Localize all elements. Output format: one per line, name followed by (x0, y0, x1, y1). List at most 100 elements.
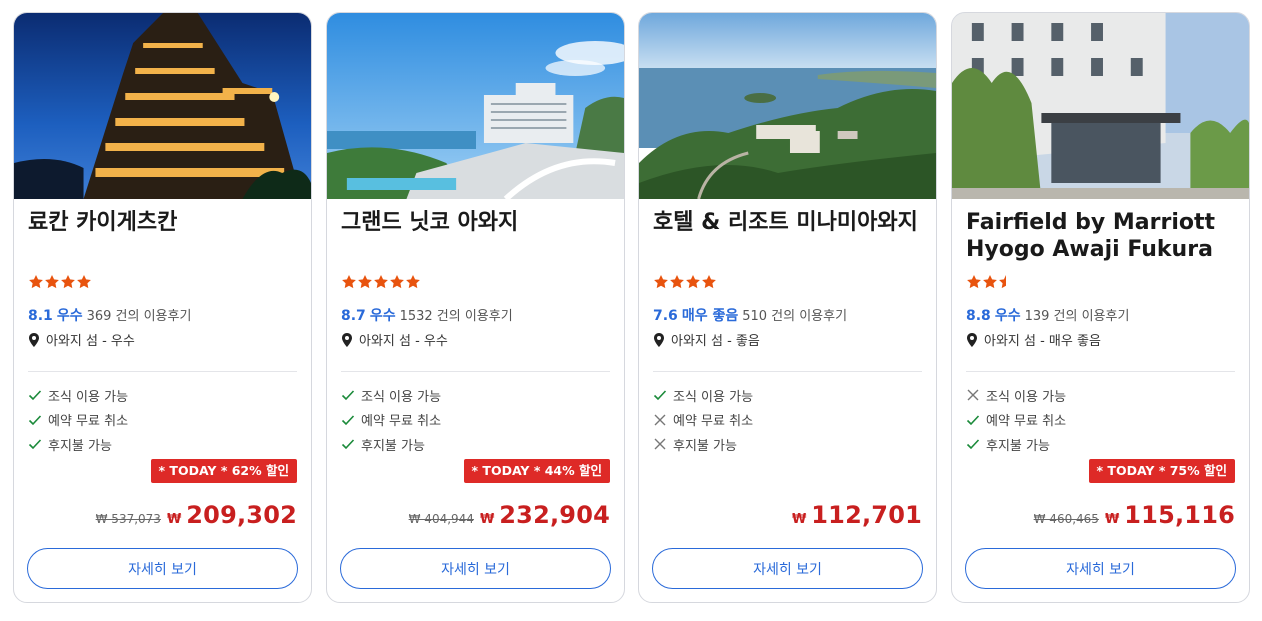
location-text: 아와지 섬 - 매우 좋음 (984, 334, 1101, 349)
view-details-button[interactable]: 자세히 보기 (965, 548, 1236, 589)
hotel-card[interactable]: Fairfield by Marriott Hyogo Awaji Fukura… (951, 12, 1250, 603)
hotel-name[interactable]: 호텔 & 리조트 미나미아와지 (653, 209, 925, 236)
amenity-list: 조식 이용 가능예약 무료 취소후지불 가능 (341, 383, 441, 457)
amenity-item: 후지불 가능 (653, 432, 753, 457)
hotel-card[interactable]: 그랜드 닛코 아와지 8.7 우수 1532 건의 이용후기 아와지 섬 - 우수 … (326, 12, 625, 603)
hotel-location: 아와지 섬 - 매우 좋음 (966, 330, 1101, 349)
amenity-label: 예약 무료 취소 (673, 414, 754, 430)
star-rating (341, 274, 423, 290)
amenity-item: 예약 무료 취소 (966, 408, 1066, 433)
star-icon (342, 275, 356, 289)
star-rating (966, 274, 1048, 290)
check-icon (28, 388, 42, 402)
hotel-photo[interactable] (639, 13, 936, 199)
check-icon (966, 437, 980, 451)
hotel-name[interactable]: Fairfield by Marriott Hyogo Awaji Fukura (966, 209, 1238, 263)
star-icon (702, 275, 716, 289)
cross-icon (966, 388, 980, 402)
amenity-item: 조식 이용 가능 (653, 383, 753, 408)
amenity-list: 조식 이용 가능예약 무료 취소후지불 가능 (653, 383, 753, 457)
current-price: 209,302 (186, 501, 297, 529)
star-icon (77, 275, 91, 289)
amenity-label: 예약 무료 취소 (48, 414, 129, 430)
check-icon (28, 437, 42, 451)
amenity-label: 후지불 가능 (361, 438, 425, 454)
guest-rating: 7.6 매우 좋음 510 건의 이용후기 (653, 305, 847, 325)
rating-score: 7.6 (653, 308, 678, 324)
amenity-label: 후지불 가능 (48, 438, 112, 454)
current-price: 115,116 (1124, 501, 1235, 529)
map-pin-icon (341, 332, 353, 347)
check-icon (341, 388, 355, 402)
current-price: 112,701 (811, 501, 922, 529)
hotel-location: 아와지 섬 - 우수 (341, 330, 448, 349)
divider (653, 371, 922, 372)
amenity-label: 후지불 가능 (986, 438, 1050, 454)
location-text: 아와지 섬 - 우수 (359, 334, 448, 349)
review-count: 510 건의 이용후기 (742, 309, 848, 324)
star-icon (406, 275, 420, 289)
star-icon (686, 275, 700, 289)
amenity-label: 조식 이용 가능 (986, 389, 1067, 405)
view-details-button[interactable]: 자세히 보기 (27, 548, 298, 589)
currency-symbol: ₩ (166, 512, 182, 527)
stars-icon (654, 275, 716, 289)
hotel-photo[interactable] (952, 13, 1249, 199)
divider (28, 371, 297, 372)
currency-symbol: ₩ (1104, 512, 1120, 527)
check-icon (653, 388, 667, 402)
amenity-item: 예약 무료 취소 (28, 408, 128, 433)
discount-badge: * TODAY * 62% 할인 (150, 459, 297, 483)
map-pin-icon (653, 332, 665, 347)
star-icon (61, 275, 75, 289)
check-icon (966, 413, 980, 427)
current-price: 232,904 (499, 501, 610, 529)
rating-label: 매우 좋음 (681, 308, 739, 324)
star-icon (983, 275, 997, 289)
check-icon (341, 413, 355, 427)
amenity-list: 조식 이용 가능 예약 무료 취소 후지불 가능 (28, 383, 128, 457)
star-rating (28, 274, 110, 290)
rating-score: 8.8 (966, 308, 991, 324)
map-pin-icon (966, 332, 978, 347)
cross-icon (653, 413, 667, 427)
view-details-button[interactable]: 자세히 보기 (652, 548, 923, 589)
rating-label: 우수 (56, 308, 83, 324)
amenity-label: 후지불 가능 (673, 438, 737, 454)
price-row: ₩ 460,465 ₩ 115,116 (1034, 501, 1235, 529)
hotel-name[interactable]: 그랜드 닛코 아와지 (341, 209, 613, 236)
discount-badge: * TODAY * 75% 할인 (1088, 459, 1235, 483)
view-details-button[interactable]: 자세히 보기 (340, 548, 611, 589)
check-icon (28, 413, 42, 427)
location-text: 아와지 섬 - 좋음 (671, 334, 760, 349)
amenity-item: 후지불 가능 (28, 432, 128, 457)
hotel-photo[interactable] (327, 13, 624, 199)
hotel-photo[interactable] (14, 13, 311, 199)
price-row: ₩ 404,944 ₩ 232,904 (409, 501, 610, 529)
stars-icon (342, 275, 420, 289)
hotel-card[interactable]: 료칸 카이게츠칸 8.1 우수 369 건의 이용후기 아와지 섬 - 우수 조식 … (13, 12, 312, 603)
guest-rating: 8.1 우수 369 건의 이용후기 (28, 305, 191, 325)
review-count: 369 건의 이용후기 (86, 309, 192, 324)
currency-symbol: ₩ (791, 512, 807, 527)
review-count: 139 건의 이용후기 (1024, 309, 1130, 324)
stars-icon (967, 275, 1006, 289)
hotel-location: 아와지 섬 - 우수 (28, 330, 135, 349)
original-price: ₩ 537,073 (95, 512, 161, 526)
discount-badge: * TODAY * 44% 할인 (463, 459, 610, 483)
review-count: 1532 건의 이용후기 (399, 309, 513, 324)
star-icon (654, 275, 668, 289)
half-star-icon (999, 275, 1006, 289)
amenity-item: 예약 무료 취소 (341, 408, 441, 433)
hotel-name[interactable]: 료칸 카이게츠칸 (28, 209, 300, 236)
rating-label: 우수 (994, 308, 1021, 324)
location-text: 아와지 섬 - 우수 (46, 334, 135, 349)
rating-score: 8.1 (28, 308, 53, 324)
amenity-label: 조식 이용 가능 (361, 389, 442, 405)
map-pin-icon (28, 332, 40, 347)
amenity-item: 조식 이용 가능 (341, 383, 441, 408)
guest-rating: 8.7 우수 1532 건의 이용후기 (341, 305, 513, 325)
rating-score: 8.7 (341, 308, 366, 324)
hotel-card[interactable]: 호텔 & 리조트 미나미아와지 7.6 매우 좋음 510 건의 이용후기 아와지 … (638, 12, 937, 603)
rating-label: 우수 (369, 308, 396, 324)
